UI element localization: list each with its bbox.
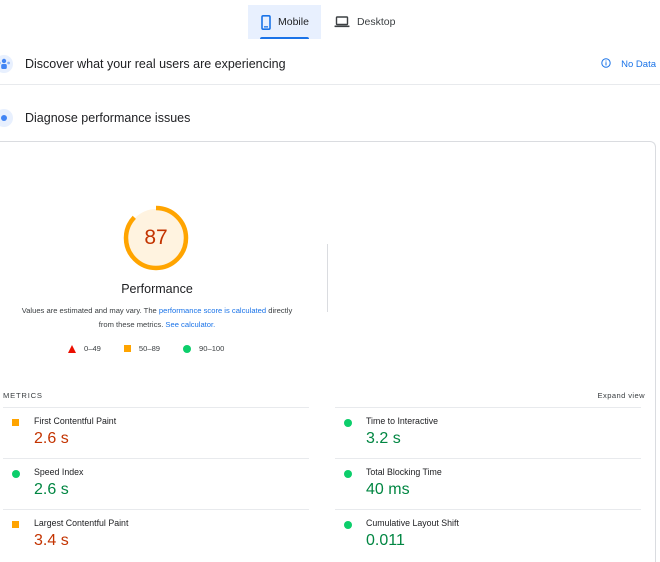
description-text: Values are estimated and may vary. The (21, 306, 159, 315)
no-data-link[interactable]: No Data (601, 50, 656, 78)
metric-value: 40 ms (366, 481, 410, 498)
pass-circle-icon (12, 470, 20, 478)
performance-report: 87 Performance Values are estimated and … (0, 141, 656, 562)
metric-value: 2.6 s (34, 430, 69, 447)
metric-total-blocking-time: Total Blocking Time 40 ms (335, 458, 641, 508)
tab-mobile-label: Mobile (278, 16, 309, 28)
performance-title: Performance (121, 282, 193, 296)
field-data-section: Discover what your real users are experi… (0, 50, 660, 78)
metric-time-to-interactive: Time to Interactive 3.2 s (335, 407, 641, 457)
metric-largest-contentful-paint: Largest Contentful Paint 3.4 s (3, 509, 309, 559)
square-icon (123, 345, 131, 352)
legend-fail-label: 0–49 (84, 344, 101, 353)
pass-circle-icon (344, 419, 352, 427)
section-divider (0, 84, 660, 85)
metric-name: Time to Interactive (366, 416, 439, 426)
average-square-icon (12, 419, 19, 426)
metric-name: Largest Contentful Paint (34, 518, 129, 528)
metric-name: First Contentful Paint (34, 416, 117, 426)
see-calculator-link[interactable]: See calculator. (165, 320, 215, 329)
score-legend: 0–49 50–89 90–100 (68, 344, 247, 353)
legend-pass-label: 90–100 (199, 344, 225, 353)
vertical-separator (327, 244, 328, 312)
metrics-heading: METRICS (3, 391, 43, 400)
metric-value: 3.2 s (366, 430, 401, 447)
tab-desktop[interactable]: Desktop (321, 5, 408, 39)
users-icon (0, 55, 13, 73)
metric-name: Cumulative Layout Shift (366, 518, 459, 528)
tab-desktop-label: Desktop (356, 16, 396, 28)
lab-flask-icon (0, 109, 13, 127)
smartphone-icon (261, 14, 271, 30)
device-tabs: Mobile Desktop (248, 5, 407, 39)
legend-average: 50–89 (123, 344, 161, 353)
triangle-icon (68, 344, 76, 353)
metric-value: 3.4 s (34, 532, 69, 549)
average-square-icon (12, 521, 19, 528)
tab-mobile[interactable]: Mobile (248, 5, 321, 39)
metric-value: 0.011 (366, 532, 405, 549)
expand-view-button[interactable]: Expand view (598, 391, 645, 400)
metric-name: Speed Index (34, 467, 84, 477)
lab-data-title: Diagnose performance issues (25, 111, 191, 125)
performance-score: 87 (144, 226, 168, 249)
laptop-icon (334, 16, 350, 28)
metric-cumulative-layout-shift: Cumulative Layout Shift 0.011 (335, 509, 641, 559)
pass-circle-icon (344, 521, 352, 529)
metric-value: 2.6 s (34, 481, 69, 498)
legend-fail: 0–49 (68, 344, 101, 353)
legend-average-label: 50–89 (138, 344, 161, 353)
performance-gauge: 87 (123, 205, 189, 271)
performance-description: Values are estimated and may vary. The p… (16, 304, 298, 332)
legend-pass: 90–100 (183, 344, 224, 353)
circle-icon (183, 344, 192, 353)
metric-speed-index: Speed Index 2.6 s (3, 458, 309, 508)
info-icon (601, 57, 611, 71)
metric-first-contentful-paint: First Contentful Paint 2.6 s (3, 407, 309, 457)
field-data-title: Discover what your real users are experi… (25, 57, 286, 71)
metric-name: Total Blocking Time (366, 467, 442, 477)
score-calculated-link[interactable]: performance score is calculated (159, 306, 266, 315)
no-data-label: No Data (621, 58, 656, 70)
pass-circle-icon (344, 470, 352, 478)
lab-data-section: Diagnose performance issues (0, 104, 660, 132)
